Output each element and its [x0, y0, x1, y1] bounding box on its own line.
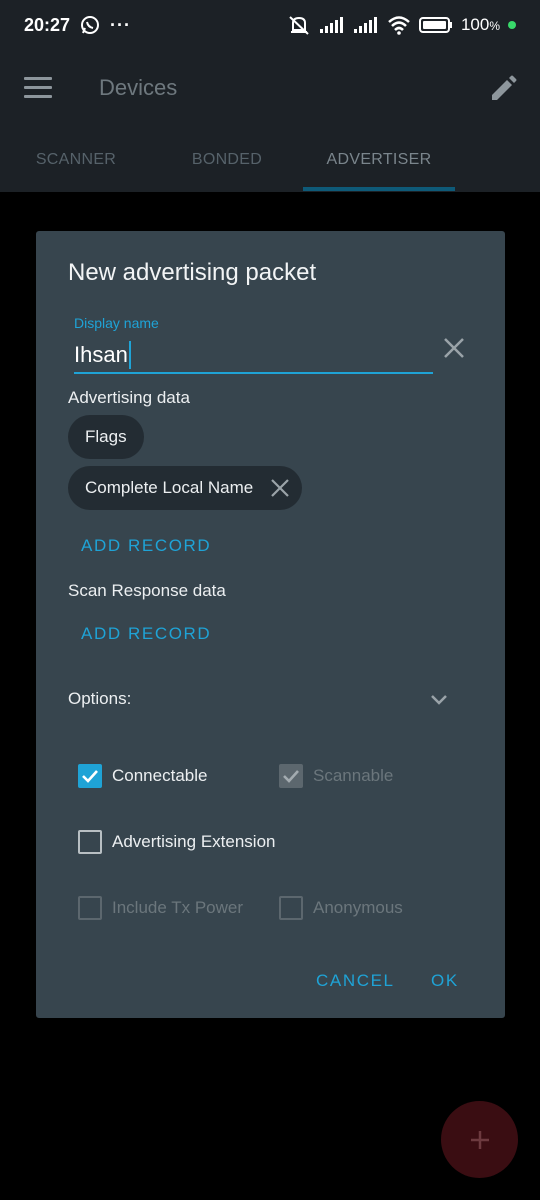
- checkbox-box: [78, 896, 102, 920]
- chip-complete-local-name[interactable]: Complete Local Name: [68, 466, 303, 510]
- mute-icon: [289, 16, 309, 35]
- ok-button[interactable]: OK: [431, 971, 459, 991]
- checkbox-box: [279, 896, 303, 920]
- checkbox-box: [78, 830, 102, 854]
- battery-unit: %: [489, 19, 500, 33]
- battery-level: 100: [460, 15, 490, 34]
- close-icon[interactable]: [270, 478, 290, 498]
- advertising-extension-checkbox[interactable]: Advertising Extension: [78, 830, 275, 854]
- app-bar: Devices: [0, 50, 540, 128]
- tab-indicator: [303, 187, 455, 191]
- edit-icon[interactable]: [488, 74, 518, 104]
- screen: 20:27 ··· 100% Devices SCANNER BONDED AD…: [0, 0, 540, 1200]
- add-scan-response-record-button[interactable]: ADD RECORD: [81, 624, 211, 644]
- connectable-checkbox[interactable]: Connectable: [78, 764, 207, 788]
- new-advertising-packet-dialog: New advertising packet Display name Ihsa…: [36, 231, 505, 1018]
- options-label: Options:: [68, 689, 132, 708]
- check-icon: [78, 764, 102, 788]
- options-toggle[interactable]: Options:: [68, 689, 448, 713]
- anonymous-label: Anonymous: [313, 898, 403, 917]
- scannable-label: Scannable: [313, 766, 394, 785]
- clear-icon[interactable]: [442, 336, 466, 360]
- display-name-input[interactable]: Ihsan: [74, 341, 131, 369]
- status-overflow: ···: [110, 14, 132, 35]
- display-name-label: Display name: [74, 315, 159, 331]
- tab-bonded[interactable]: BONDED: [151, 128, 303, 192]
- tab-scanner[interactable]: SCANNER: [0, 128, 152, 192]
- include-tx-power-checkbox: Include Tx Power: [78, 896, 243, 920]
- wifi-icon: [388, 16, 410, 35]
- chip-label: Flags: [85, 427, 127, 446]
- anonymous-checkbox: Anonymous: [279, 896, 403, 920]
- display-name-underline: [74, 372, 433, 374]
- connectable-label: Connectable: [112, 766, 208, 785]
- text-caret: [128, 341, 131, 369]
- chip-flags[interactable]: Flags: [68, 415, 144, 459]
- check-icon: [279, 764, 303, 788]
- signal-icon: [353, 17, 377, 33]
- signal-icon: [319, 17, 343, 33]
- plus-icon: [470, 1130, 489, 1149]
- scannable-checkbox: Scannable: [279, 764, 393, 788]
- advertising-data-label: Advertising data: [68, 388, 190, 407]
- add-fab-button[interactable]: [441, 1101, 518, 1178]
- battery-icon: [418, 17, 452, 33]
- display-name-value: Ihsan: [74, 342, 128, 367]
- chevron-down-icon[interactable]: [428, 689, 450, 711]
- cancel-button[interactable]: CANCEL: [316, 971, 395, 991]
- chip-label: Complete Local Name: [85, 478, 254, 497]
- whatsapp-icon: [81, 16, 100, 34]
- menu-icon[interactable]: [24, 77, 52, 99]
- tab-bar: SCANNER BONDED ADVERTISER: [0, 128, 540, 192]
- include-tx-power-label: Include Tx Power: [112, 898, 244, 917]
- advertising-extension-label: Advertising Extension: [112, 832, 276, 851]
- status-time: 20:27: [24, 14, 71, 35]
- scan-response-label: Scan Response data: [68, 581, 226, 600]
- page-title: Devices: [99, 75, 178, 100]
- dialog-title: New advertising packet: [68, 259, 317, 286]
- tab-advertiser[interactable]: ADVERTISER: [303, 128, 455, 192]
- add-advertising-record-button[interactable]: ADD RECORD: [81, 536, 211, 556]
- privacy-indicator: [508, 21, 516, 29]
- status-bar: 20:27 ··· 100%: [0, 0, 540, 50]
